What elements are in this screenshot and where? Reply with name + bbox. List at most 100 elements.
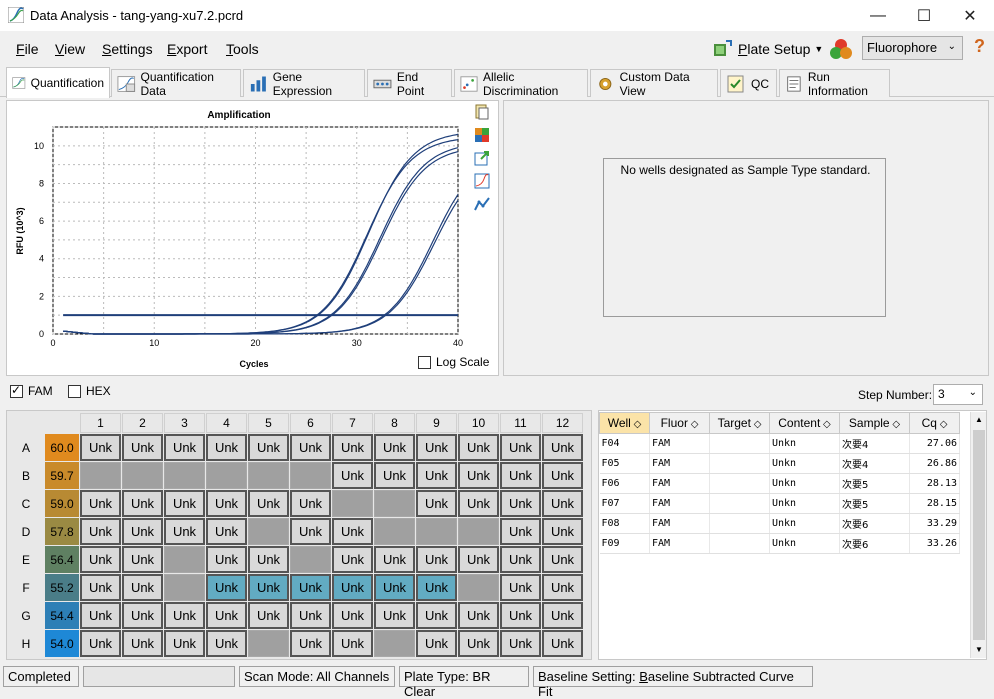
plate-well[interactable] xyxy=(122,462,163,489)
plate-well[interactable]: Unk xyxy=(542,602,583,629)
plate-well[interactable]: Unk xyxy=(80,574,121,601)
menu-view[interactable]: View xyxy=(55,41,85,57)
sort-icon[interactable]: ◇ xyxy=(820,419,831,430)
close-button[interactable]: ✕ xyxy=(947,0,993,31)
plate-row-header[interactable]: A xyxy=(8,434,44,461)
tab-custom-data-view[interactable]: Custom Data View xyxy=(590,69,718,98)
plate-well[interactable] xyxy=(164,546,205,573)
plate-column-header[interactable]: 4 xyxy=(206,413,247,433)
plate-well[interactable]: Unk xyxy=(332,546,373,573)
plate-well[interactable]: Unk xyxy=(458,602,499,629)
plate-well[interactable] xyxy=(248,630,289,657)
menu-file[interactable]: File xyxy=(16,41,39,57)
plate-well[interactable]: Unk xyxy=(374,602,415,629)
plate-well[interactable]: Unk xyxy=(500,518,541,545)
menu-settings[interactable]: Settings xyxy=(102,41,153,57)
table-row[interactable]: F08 FAM Unkn 次要6 33.29 xyxy=(599,513,960,534)
copy-icon[interactable] xyxy=(474,104,490,120)
plate-well[interactable]: Unk xyxy=(416,546,457,573)
plate-well[interactable]: Unk xyxy=(164,602,205,629)
export-icon[interactable] xyxy=(474,150,490,166)
minimize-button[interactable]: — xyxy=(855,0,901,31)
plate-well[interactable]: Unk xyxy=(416,462,457,489)
plate-well[interactable] xyxy=(80,462,121,489)
plate-well[interactable]: Unk xyxy=(248,490,289,517)
step-number-select[interactable]: 3 ⌄ xyxy=(933,384,983,405)
plate-well[interactable]: Unk xyxy=(458,546,499,573)
fam-checkbox[interactable] xyxy=(10,383,23,398)
fluorophore-select[interactable]: Fluorophore ⌄ xyxy=(862,36,963,60)
table-row[interactable]: F09 FAM Unkn 次要6 33.26 xyxy=(599,533,960,554)
plate-well[interactable]: Unk xyxy=(332,602,373,629)
plate-column-header[interactable]: 2 xyxy=(122,413,163,433)
plate-well[interactable]: Unk xyxy=(122,630,163,657)
plate-well[interactable] xyxy=(248,462,289,489)
plate-row-header[interactable]: F xyxy=(8,574,44,601)
table-row[interactable]: F04 FAM Unkn 次要4 27.06 xyxy=(599,433,960,454)
table-scrollbar[interactable]: ▲ ▼ xyxy=(970,412,986,658)
plate-well[interactable] xyxy=(374,630,415,657)
plate-well[interactable] xyxy=(164,574,205,601)
plate-well[interactable] xyxy=(416,518,457,545)
plate-well[interactable]: Unk xyxy=(458,462,499,489)
plate-well[interactable]: Unk xyxy=(416,574,457,601)
plate-well[interactable]: Unk xyxy=(458,630,499,657)
sort-icon[interactable]: ◇ xyxy=(688,419,699,430)
plate-well[interactable]: Unk xyxy=(80,630,121,657)
plate-well[interactable]: Unk xyxy=(374,462,415,489)
plate-well[interactable]: Unk xyxy=(164,518,205,545)
column-header-cq[interactable]: Cq ◇ xyxy=(909,412,960,434)
plate-well[interactable]: Unk xyxy=(206,434,247,461)
plate-well[interactable]: Unk xyxy=(500,630,541,657)
plate-well[interactable]: Unk xyxy=(122,434,163,461)
plate-well[interactable] xyxy=(458,574,499,601)
plate-well[interactable]: Unk xyxy=(416,602,457,629)
plate-well[interactable]: Unk xyxy=(500,462,541,489)
tab-gene-expression[interactable]: Gene Expression xyxy=(243,69,365,98)
tab-run-information[interactable]: Run Information xyxy=(779,69,890,98)
plate-column-header[interactable]: 5 xyxy=(248,413,289,433)
menu-export[interactable]: Export xyxy=(167,41,207,57)
plate-well[interactable]: Unk xyxy=(206,574,247,601)
plate-well[interactable]: Unk xyxy=(542,630,583,657)
plate-well[interactable]: Unk xyxy=(500,574,541,601)
column-header-well[interactable]: Well ◇ xyxy=(599,412,650,434)
plate-column-header[interactable]: 11 xyxy=(500,413,541,433)
plate-well[interactable]: Unk xyxy=(290,490,331,517)
plate-well[interactable]: Unk xyxy=(416,434,457,461)
zoom-chart-icon[interactable] xyxy=(474,173,490,189)
plate-well[interactable]: Unk xyxy=(206,490,247,517)
plate-well[interactable] xyxy=(374,518,415,545)
plate-well[interactable]: Unk xyxy=(416,490,457,517)
plate-well[interactable]: Unk xyxy=(542,574,583,601)
plate-well[interactable]: Unk xyxy=(332,434,373,461)
sort-icon[interactable]: ◇ xyxy=(937,419,948,430)
tab-quantification[interactable]: Quantification xyxy=(6,67,110,98)
plate-well[interactable]: Unk xyxy=(542,490,583,517)
plate-column-header[interactable]: 9 xyxy=(416,413,457,433)
tab-end-point[interactable]: End Point xyxy=(367,69,452,98)
plate-well[interactable]: Unk xyxy=(80,546,121,573)
table-row[interactable]: F05 FAM Unkn 次要4 26.86 xyxy=(599,453,960,474)
plate-well[interactable]: Unk xyxy=(332,630,373,657)
plate-column-header[interactable]: 8 xyxy=(374,413,415,433)
plate-well[interactable]: Unk xyxy=(80,490,121,517)
wells-icon[interactable] xyxy=(829,38,853,60)
plate-well[interactable]: Unk xyxy=(164,490,205,517)
plate-column-header[interactable]: 7 xyxy=(332,413,373,433)
plate-well[interactable] xyxy=(248,518,289,545)
hex-toggle[interactable]: HEX xyxy=(68,384,111,398)
sort-icon[interactable]: ◇ xyxy=(890,419,900,430)
column-header-sample[interactable]: Sample ◇ xyxy=(839,412,910,434)
column-header-content[interactable]: Content ◇ xyxy=(769,412,840,434)
plate-well[interactable]: Unk xyxy=(206,602,247,629)
wells-selector-icon[interactable] xyxy=(474,127,490,143)
fam-toggle[interactable]: FAM xyxy=(10,383,53,398)
plate-column-header[interactable]: 6 xyxy=(290,413,331,433)
sort-icon[interactable]: ◇ xyxy=(751,419,762,430)
plate-well[interactable]: Unk xyxy=(206,518,247,545)
log-scale-toggle[interactable]: Log Scale xyxy=(418,355,489,369)
plate-row-header[interactable]: B xyxy=(8,462,44,489)
plate-row-header[interactable]: E xyxy=(8,546,44,573)
plate-well[interactable] xyxy=(164,462,205,489)
